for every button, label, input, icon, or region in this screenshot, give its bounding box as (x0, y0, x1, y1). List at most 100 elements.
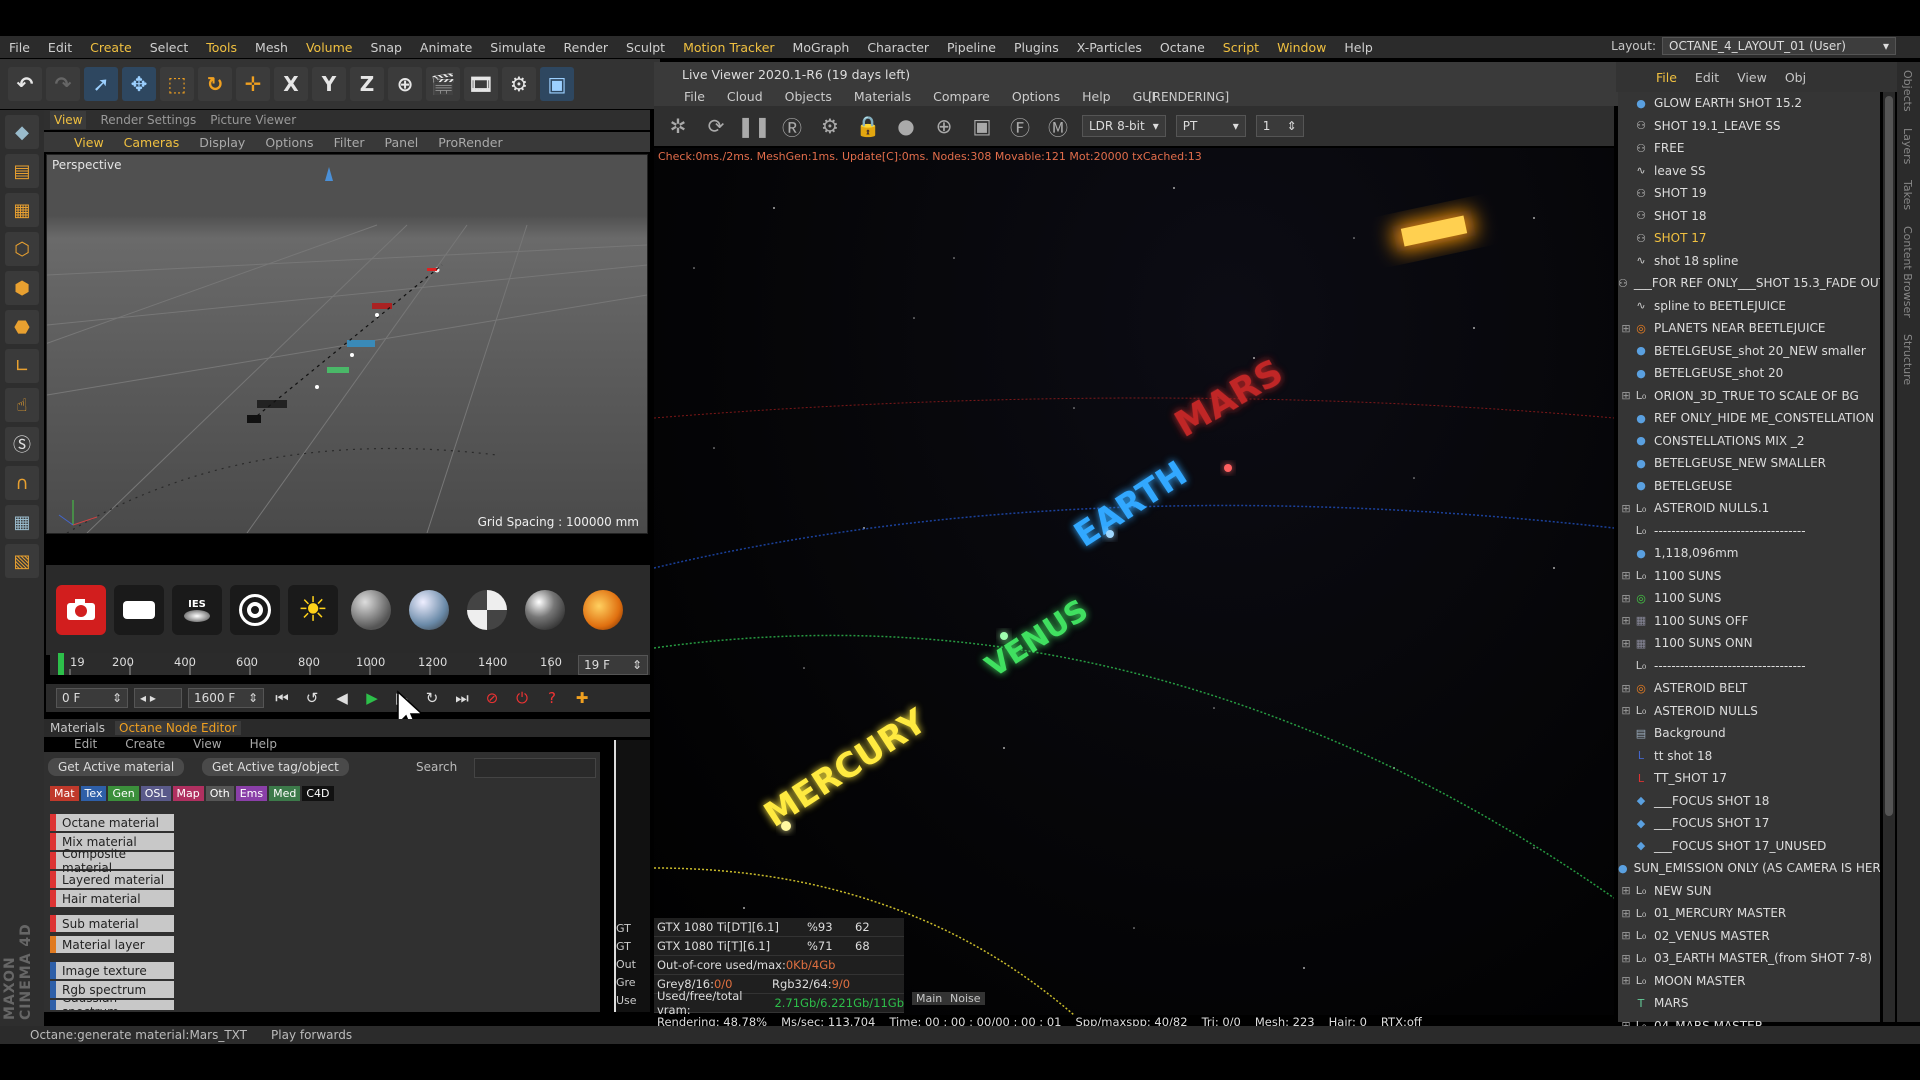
viewport-tab-picture-viewer[interactable]: Picture Viewer (210, 113, 296, 127)
object-row[interactable]: ● BETELGEUSE_shot 20 (1618, 362, 1880, 385)
object-row[interactable]: L TT_SHOT 17 (1618, 767, 1880, 790)
render-settings-button[interactable]: ⚙ (502, 67, 536, 101)
viewport-menu-view[interactable]: View (74, 135, 104, 150)
node-menu-view[interactable]: View (193, 737, 221, 751)
node-octane-material[interactable]: Octane material (50, 814, 174, 831)
object-row[interactable]: ∿ shot 18 spline (1618, 250, 1880, 273)
menu-script[interactable]: Script (1214, 40, 1268, 55)
node-category-oth[interactable]: Oth (205, 786, 234, 801)
object-row[interactable]: ⚇ SHOT 19.1_LEAVE SS (1618, 115, 1880, 138)
pick-focus-f-icon[interactable]: Ⓕ (1006, 112, 1034, 140)
object-row[interactable]: ⊞ L₀ 02_VENUS MASTER (1618, 925, 1880, 948)
menu-edit[interactable]: Edit (39, 40, 81, 55)
goto-start-icon[interactable]: ⏮ (270, 687, 294, 709)
object-row[interactable]: ● BETELGEUSE_shot 20_NEW smaller (1618, 340, 1880, 363)
object-menu-file[interactable]: File (1656, 70, 1677, 85)
live-viewer-menu-materials[interactable]: Materials (854, 89, 911, 104)
object-menu-edit[interactable]: Edit (1695, 70, 1719, 85)
count-stepper[interactable]: 1 ⇕ (1255, 115, 1304, 137)
menu-mesh[interactable]: Mesh (246, 40, 297, 55)
object-row[interactable]: ⊞ ◎ PLANETS NEAR BEETLEJUICE (1618, 317, 1880, 340)
pick-focus-icon[interactable]: ⊕ (930, 112, 958, 140)
object-row[interactable]: L₀ ----------------------------------- (1618, 520, 1880, 543)
node-category-mat[interactable]: Mat (50, 786, 79, 801)
axis-mode-icon[interactable]: ∟ (5, 349, 39, 383)
make-editable-icon[interactable]: ◆ (5, 115, 39, 149)
end-frame-field[interactable]: 1600 F ⇕ (188, 688, 264, 708)
viewport-menu-panel[interactable]: Panel (385, 135, 419, 150)
object-row[interactable]: ⊞ L₀ 1100 SUNS (1618, 565, 1880, 588)
expand-icon[interactable]: ⊞ (1618, 569, 1634, 582)
object-row[interactable]: ● 1,118,096mm (1618, 542, 1880, 565)
viewport-menu-filter[interactable]: Filter (334, 135, 365, 150)
get-active-material-button[interactable]: Get Active material (48, 758, 185, 776)
menu-window[interactable]: Window (1268, 40, 1335, 55)
menu-snap[interactable]: Snap (361, 40, 410, 55)
timeline-playhead[interactable] (58, 653, 64, 675)
world-coord-button[interactable]: ⊕ (388, 67, 422, 101)
object-row[interactable]: L₀ ----------------------------------- (1618, 655, 1880, 678)
position-key-icon[interactable]: ✚ (570, 687, 594, 709)
menu-select[interactable]: Select (141, 40, 198, 55)
workplane-icon[interactable]: ▦ (5, 505, 39, 539)
polygons-mode-icon[interactable]: ⬣ (5, 310, 39, 344)
live-viewer-menu-compare[interactable]: Compare (933, 89, 990, 104)
expand-icon[interactable]: ⊞ (1618, 952, 1634, 965)
texture-mode-icon[interactable]: ▦ (5, 193, 39, 227)
side-tab-structure[interactable]: Structure (1897, 326, 1918, 393)
object-row[interactable]: ◆ ___FOCUS SHOT 18 (1618, 790, 1880, 813)
glossy-material-icon[interactable] (404, 585, 454, 635)
node-sub-material[interactable]: Sub material (50, 915, 174, 932)
menu-volume[interactable]: Volume (297, 40, 362, 55)
octane-camera-icon[interactable] (56, 585, 106, 635)
object-row[interactable]: ∿ spline to BEETLEJUICE (1618, 295, 1880, 318)
expand-icon[interactable]: ⊞ (1618, 592, 1634, 605)
play-forward-icon[interactable]: ▶ (360, 687, 384, 709)
object-row[interactable]: ● SUN_EMISSION ONLY (AS CAMERA IS HERE) (1618, 857, 1880, 880)
redo-button[interactable]: ↷ (46, 67, 80, 101)
cube-icon[interactable]: ▣ (540, 67, 574, 101)
current-frame-field[interactable]: 19 F ⇕ (578, 655, 648, 675)
area-light-icon[interactable] (114, 585, 164, 635)
z-axis-button[interactable]: Z (350, 67, 384, 101)
expand-icon[interactable]: ⊞ (1618, 884, 1634, 897)
select-tool-button[interactable]: ➚ (84, 67, 118, 101)
side-tab-content-browser[interactable]: Content Browser (1897, 218, 1918, 326)
object-row[interactable]: ⊞ ◎ ASTEROID BELT (1618, 677, 1880, 700)
node-category-ems[interactable]: Ems (235, 786, 268, 801)
volume-material-icon[interactable] (578, 585, 628, 635)
live-viewer-menu-objects[interactable]: Objects (785, 89, 832, 104)
move-tool-button[interactable]: ✥ (122, 67, 156, 101)
side-tab-objects[interactable]: Objects (1897, 62, 1918, 120)
lock-icon[interactable]: 🔒 (854, 112, 882, 140)
object-row[interactable]: ⚇ FREE (1618, 137, 1880, 160)
locked-workplane-icon[interactable]: ▧ (5, 544, 39, 578)
object-row[interactable]: ● BETELGEUSE (1618, 475, 1880, 498)
menu-file[interactable]: File (0, 40, 39, 55)
object-row[interactable]: ⚇ SHOT 17 (1618, 227, 1880, 250)
node-rgb-spectrum[interactable]: Rgb spectrum (50, 981, 174, 998)
object-row[interactable]: ⚇ ___FOR REF ONLY___SHOT 15.3_FADE OUT (1618, 272, 1880, 295)
points-mode-icon[interactable]: ⬡ (5, 232, 39, 266)
kernel-dropdown[interactable]: PT ▾ (1175, 115, 1246, 137)
object-row[interactable]: ● GLOW EARTH SHOT 15.2 (1618, 92, 1880, 115)
object-row[interactable]: ⊞ L₀ ASTEROID NULLS (1618, 700, 1880, 723)
node-layered-material[interactable]: Layered material (50, 871, 174, 888)
node-composite-material[interactable]: Composite material (50, 847, 174, 875)
timeline-ruler[interactable]: 19 200 400 600 800 1000 1200 1400 160 19… (50, 653, 650, 675)
live-viewer-menu-options[interactable]: Options (1012, 89, 1060, 104)
prev-keyframe-icon[interactable]: ↺ (300, 687, 324, 709)
model-mode-icon[interactable]: ▤ (5, 154, 39, 188)
sun-light-icon[interactable]: ☀ (288, 585, 338, 635)
rotate-tool-button[interactable]: ↻ (198, 67, 232, 101)
viewport-menu-options[interactable]: Options (265, 135, 313, 150)
menu-create[interactable]: Create (81, 40, 141, 55)
viewport-menu-prorender[interactable]: ProRender (438, 135, 502, 150)
expand-icon[interactable]: ⊞ (1618, 322, 1634, 335)
node-category-gen[interactable]: Gen (108, 786, 139, 801)
object-row[interactable]: ◆ ___FOCUS SHOT 17 (1618, 812, 1880, 835)
perspective-viewport[interactable]: Perspective Grid Spacing: 100000 mm (46, 154, 648, 534)
x-axis-button[interactable]: X (274, 67, 308, 101)
menu-character[interactable]: Character (858, 40, 938, 55)
object-row[interactable]: Ltt shot 18 (1618, 745, 1880, 768)
